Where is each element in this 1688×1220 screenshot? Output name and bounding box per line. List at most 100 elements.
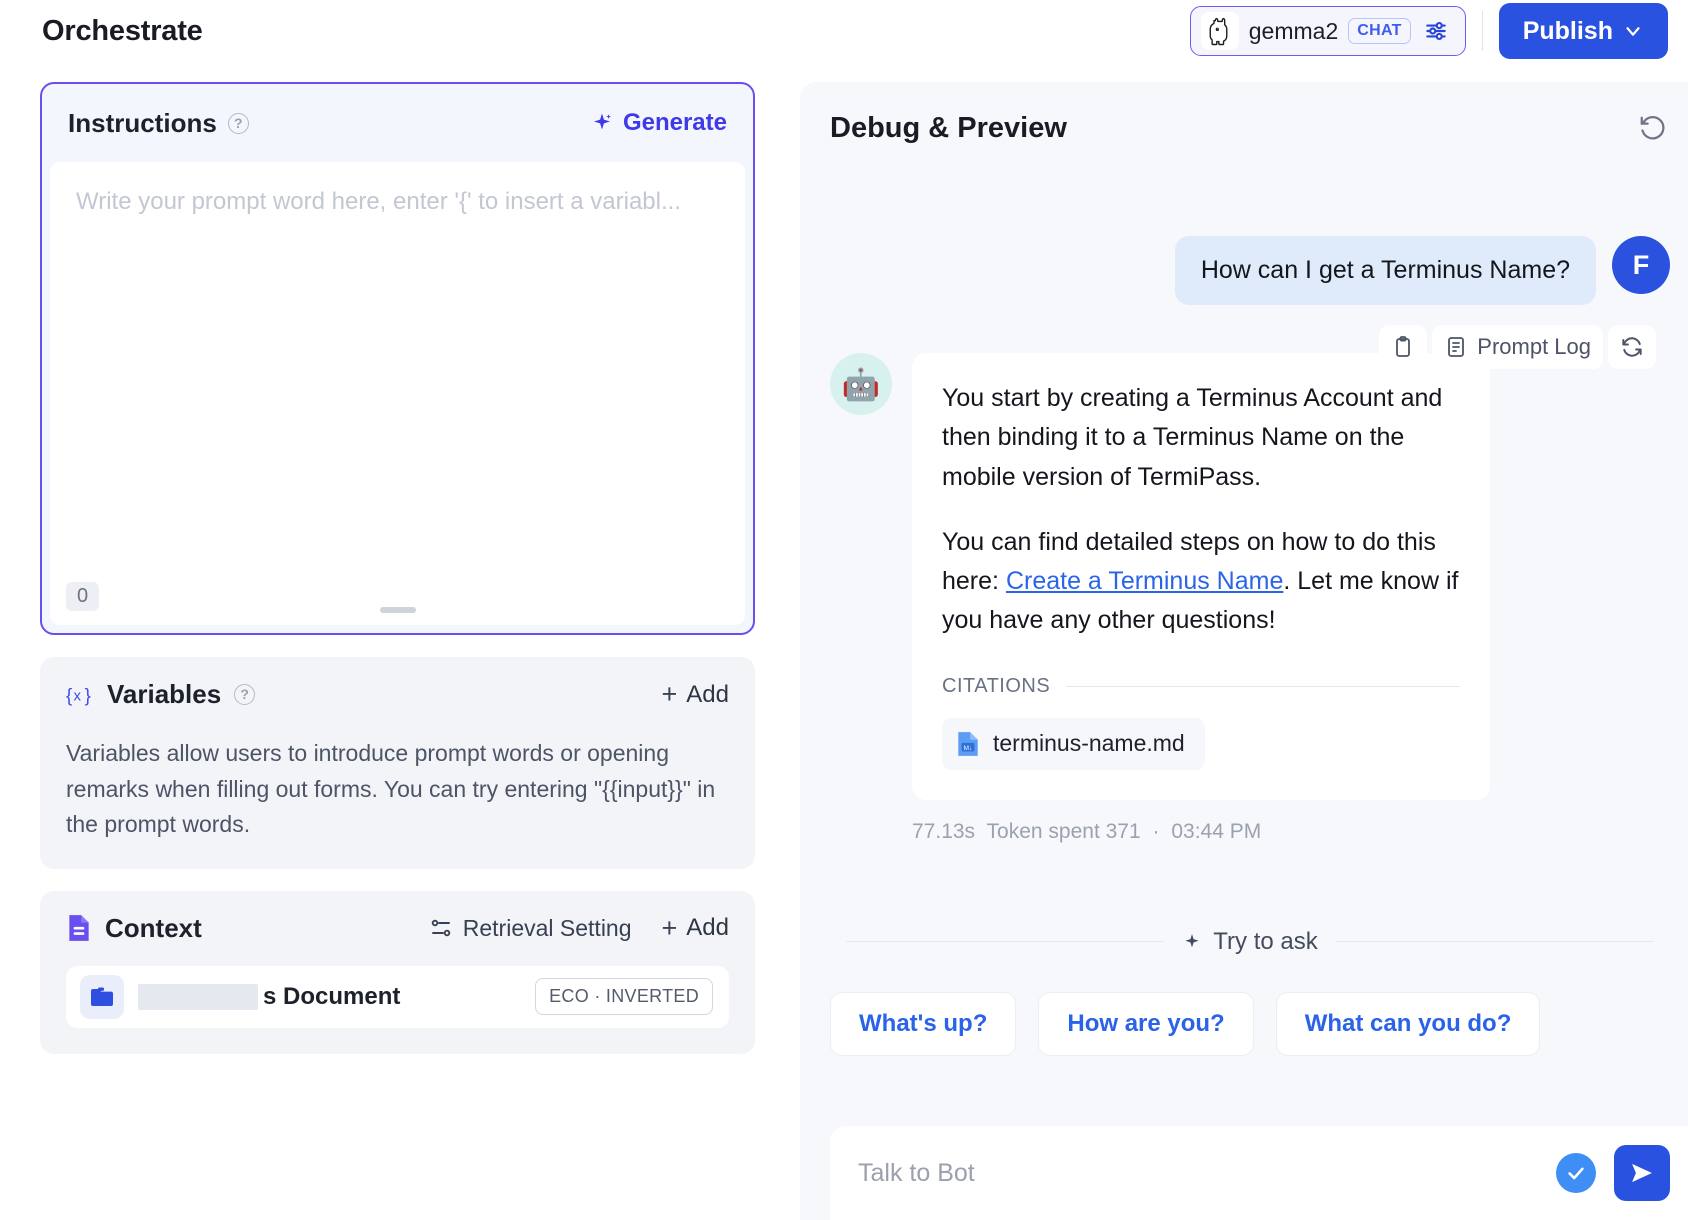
history-reset-icon[interactable] — [1638, 113, 1668, 143]
character-count: 0 — [66, 582, 99, 611]
publish-label: Publish — [1523, 17, 1613, 46]
copy-button[interactable] — [1379, 325, 1427, 369]
svg-text:M↓: M↓ — [964, 744, 973, 751]
model-type-badge: CHAT — [1348, 18, 1410, 44]
variables-title-wrap: { x } Variables ? — [66, 679, 255, 710]
chat-message-user: How can I get a Terminus Name? F — [830, 236, 1670, 305]
retrieval-setting-button[interactable]: Retrieval Setting — [429, 915, 632, 942]
send-button[interactable] — [1614, 1145, 1670, 1201]
chat-input-bar: Talk to Bot — [830, 1126, 1688, 1220]
message-toolbar: Prompt Log — [1379, 325, 1656, 369]
context-title-wrap: Context — [66, 913, 202, 944]
plus-icon: + — [662, 681, 678, 708]
context-actions: Retrieval Setting + Add — [429, 914, 729, 942]
check-circle-icon[interactable] — [1556, 1153, 1596, 1193]
sliders-icon[interactable] — [1421, 16, 1451, 46]
meta-separator: · — [1153, 820, 1160, 843]
citations-label: CITATIONS — [942, 675, 1050, 698]
assistant-paragraph-2: You can find detailed steps on how to do… — [942, 523, 1460, 641]
left-panel: Instructions ? Generate Write your promp… — [40, 82, 755, 1054]
citations-divider — [1066, 686, 1460, 687]
context-item-name: s Document — [138, 983, 400, 1011]
model-name: gemma2 — [1249, 18, 1338, 45]
instructions-title-wrap: Instructions ? — [68, 108, 249, 139]
retrieval-setting-label: Retrieval Setting — [463, 915, 632, 942]
svg-text:{: { — [66, 684, 72, 705]
question-mark-icon[interactable]: ? — [228, 113, 249, 134]
llama-icon — [1201, 12, 1239, 50]
debug-header: Debug & Preview — [800, 82, 1688, 174]
model-selector[interactable]: gemma2 CHAT — [1190, 6, 1466, 56]
status-badge: ECO · INVERTED — [535, 978, 713, 1015]
try-to-ask-label: Try to ask — [1213, 928, 1317, 956]
suggestion-chip-2[interactable]: What can you do? — [1276, 992, 1541, 1056]
suggestion-chip-1[interactable]: How are you? — [1038, 992, 1253, 1056]
variables-header: { x } Variables ? + Add — [66, 679, 729, 710]
chevron-down-icon — [1622, 20, 1644, 42]
instructions-textarea[interactable]: Write your prompt word here, enter '{' t… — [50, 162, 745, 625]
prompt-log-label: Prompt Log — [1477, 334, 1591, 360]
context-header: Context Retrieval Setting — [66, 913, 729, 944]
log-document-icon — [1444, 335, 1468, 359]
add-variable-label: Add — [686, 681, 729, 709]
settings-list-icon — [429, 916, 453, 940]
try-to-ask-header: Try to ask — [830, 928, 1670, 956]
terminus-name-link[interactable]: Create a Terminus Name — [1006, 567, 1283, 595]
context-title: Context — [105, 913, 202, 944]
message-metadata: 77.13s Token spent 371 · 03:44 PM — [912, 820, 1670, 844]
context-item-name-visible: s Document — [263, 983, 400, 1011]
try-to-ask-label-wrap: Try to ask — [1182, 928, 1317, 956]
user-message-text: How can I get a Terminus Name? — [1175, 236, 1596, 305]
variables-actions: + Add — [662, 681, 729, 709]
avatar: F — [1612, 236, 1670, 294]
suggestion-chips: What's up? How are you? What can you do? — [800, 992, 1688, 1056]
suggestion-chip-0[interactable]: What's up? — [830, 992, 1016, 1056]
variables-description: Variables allow users to introduce promp… — [66, 736, 729, 843]
regenerate-button[interactable] — [1608, 325, 1656, 369]
debug-preview-panel: Debug & Preview How can I get a Terminus… — [800, 82, 1688, 1220]
sparkle-icon — [590, 111, 614, 135]
context-item-row[interactable]: s Document ECO · INVERTED — [66, 966, 729, 1028]
top-bar-actions: gemma2 CHAT Publish — [1190, 3, 1668, 59]
add-variable-button[interactable]: + Add — [662, 681, 729, 709]
svg-text:x: x — [73, 687, 81, 704]
context-item-left: s Document — [80, 975, 400, 1019]
curly-x-icon: { x } — [66, 682, 94, 708]
citation-item[interactable]: M↓ terminus-name.md — [942, 718, 1205, 770]
add-context-button[interactable]: + Add — [662, 914, 729, 942]
sparkle-icon — [1182, 932, 1202, 952]
try-divider-left — [846, 941, 1164, 942]
resize-handle[interactable] — [380, 607, 416, 613]
chat-input[interactable]: Talk to Bot — [858, 1159, 1538, 1188]
generate-button[interactable]: Generate — [590, 109, 727, 137]
chat-area: How can I get a Terminus Name? F 🤖 — [800, 236, 1688, 956]
variables-panel: { x } Variables ? + Add Variables allow … — [40, 657, 755, 869]
publish-button[interactable]: Publish — [1499, 3, 1668, 59]
token-value: Token spent 371 — [987, 820, 1141, 843]
try-divider-right — [1336, 941, 1654, 942]
svg-text:}: } — [85, 684, 91, 705]
assistant-bubble: Prompt Log — [912, 353, 1490, 800]
prompt-log-button[interactable]: Prompt Log — [1432, 325, 1603, 369]
timestamp: 03:44 PM — [1171, 820, 1261, 843]
clipboard-icon — [1391, 335, 1415, 359]
document-icon — [66, 913, 92, 943]
orchestrate-app: Orchestrate gemma2 CHAT — [0, 0, 1688, 1220]
assistant-paragraph-1: You start by creating a Terminus Account… — [942, 379, 1460, 497]
citations-header: CITATIONS — [942, 675, 1460, 698]
markdown-file-icon: M↓ — [956, 730, 980, 758]
instructions-placeholder: Write your prompt word here, enter '{' t… — [76, 186, 719, 218]
generate-label: Generate — [623, 109, 727, 137]
page-title: Orchestrate — [42, 15, 203, 48]
robot-icon: 🤖 — [830, 353, 892, 415]
instructions-title: Instructions — [68, 108, 217, 139]
question-mark-icon[interactable]: ? — [234, 684, 255, 705]
duration-value: 77.13s — [912, 820, 975, 843]
instructions-header: Instructions ? Generate — [42, 84, 753, 162]
chat-message-assistant: 🤖 — [830, 353, 1670, 800]
variables-title: Variables — [107, 679, 221, 710]
context-panel: Context Retrieval Setting — [40, 891, 755, 1054]
citation-name: terminus-name.md — [993, 730, 1185, 757]
toolbar-divider — [1482, 11, 1483, 51]
add-context-label: Add — [686, 914, 729, 942]
